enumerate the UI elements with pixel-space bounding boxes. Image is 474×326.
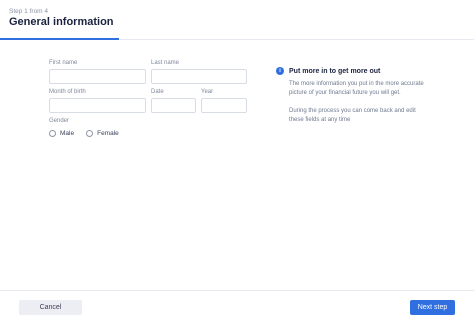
gender-label: Gender xyxy=(49,118,70,124)
date-field[interactable] xyxy=(151,98,196,113)
wizard-header: Step 1 from 4 General information xyxy=(0,0,474,40)
year-field[interactable] xyxy=(201,98,247,113)
gender-radio-group: Male Female xyxy=(49,127,131,139)
info-title: Put more in to get more out xyxy=(289,68,381,75)
cancel-button[interactable]: Cancel xyxy=(19,300,82,315)
gender-option-male[interactable]: Male xyxy=(49,129,75,137)
first-name-field[interactable] xyxy=(49,69,146,84)
last-name-field[interactable] xyxy=(151,69,247,84)
year-label: Year xyxy=(201,89,214,95)
info-icon: i xyxy=(276,67,284,75)
gender-option-label: Female xyxy=(97,129,119,137)
gender-option-label: Male xyxy=(60,129,75,137)
gender-option-female[interactable]: Female xyxy=(86,129,119,137)
info-paragraph-2: During the process you can come back and… xyxy=(289,108,416,123)
month-of-birth-label: Month of birth xyxy=(49,89,86,95)
date-label: Date xyxy=(151,89,164,95)
step-indicator: Step 1 from 4 xyxy=(9,8,49,15)
radio-circle-icon xyxy=(49,129,56,137)
month-of-birth-field[interactable] xyxy=(49,98,146,113)
info-paragraph-1: The more information you put in the more… xyxy=(289,81,424,96)
page-title: General information xyxy=(9,16,114,28)
first-name-label: First name xyxy=(49,60,78,66)
progress-bar xyxy=(0,38,119,40)
next-step-button[interactable]: Next step xyxy=(410,300,455,315)
wizard-page: Step 1 from 4 General information First … xyxy=(0,0,474,326)
last-name-label: Last name xyxy=(151,60,180,66)
radio-circle-icon xyxy=(86,129,94,137)
